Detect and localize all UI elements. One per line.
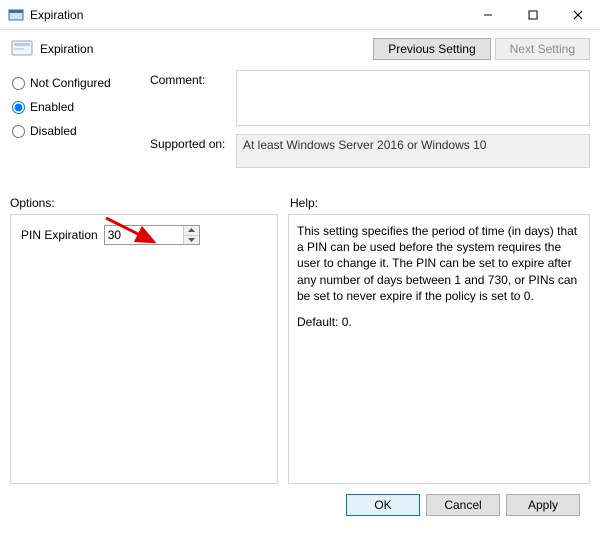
help-section-label: Help:	[290, 196, 318, 210]
maximize-button[interactable]	[510, 0, 555, 30]
radio-enabled-input[interactable]	[12, 101, 25, 114]
pin-expiration-input[interactable]	[105, 226, 183, 244]
apply-button[interactable]: Apply	[506, 494, 580, 516]
help-body: This setting specifies the period of tim…	[297, 223, 581, 304]
minimize-button[interactable]	[465, 0, 510, 30]
options-section-label: Options:	[10, 196, 290, 210]
radio-label: Not Configured	[30, 76, 111, 90]
radio-disabled[interactable]: Disabled	[10, 120, 142, 142]
help-default-line: Default: 0.	[297, 314, 581, 330]
policy-icon	[10, 39, 34, 59]
pin-expiration-label: PIN Expiration	[21, 228, 98, 242]
titlebar: Expiration	[0, 0, 600, 30]
policy-title: Expiration	[40, 42, 93, 56]
next-setting-button[interactable]: Next Setting	[495, 38, 590, 60]
window-title: Expiration	[30, 8, 83, 22]
radio-not-configured-input[interactable]	[12, 77, 25, 90]
help-pane: This setting specifies the period of tim…	[288, 214, 590, 484]
state-radio-group: Not Configured Enabled Disabled	[10, 70, 142, 182]
pin-expiration-spinner[interactable]	[104, 225, 200, 245]
supported-on-label: Supported on:	[150, 126, 228, 182]
radio-enabled[interactable]: Enabled	[10, 96, 142, 118]
cancel-button[interactable]: Cancel	[426, 494, 500, 516]
comment-textarea[interactable]	[236, 70, 590, 126]
previous-setting-button[interactable]: Previous Setting	[373, 38, 490, 60]
spinner-down-button[interactable]	[184, 236, 199, 245]
radio-label: Disabled	[30, 124, 77, 138]
comment-label: Comment:	[150, 70, 228, 126]
pin-expiration-option: PIN Expiration	[21, 225, 267, 245]
radio-not-configured[interactable]: Not Configured	[10, 72, 142, 94]
app-icon	[8, 7, 24, 23]
supported-on-value: At least Windows Server 2016 or Windows …	[236, 134, 590, 168]
close-button[interactable]	[555, 0, 600, 30]
options-pane: PIN Expiration	[10, 214, 278, 484]
dialog-footer: OK Cancel Apply	[10, 484, 590, 516]
ok-button[interactable]: OK	[346, 494, 420, 516]
radio-label: Enabled	[30, 100, 74, 114]
radio-disabled-input[interactable]	[12, 125, 25, 138]
spinner-up-button[interactable]	[184, 226, 199, 236]
